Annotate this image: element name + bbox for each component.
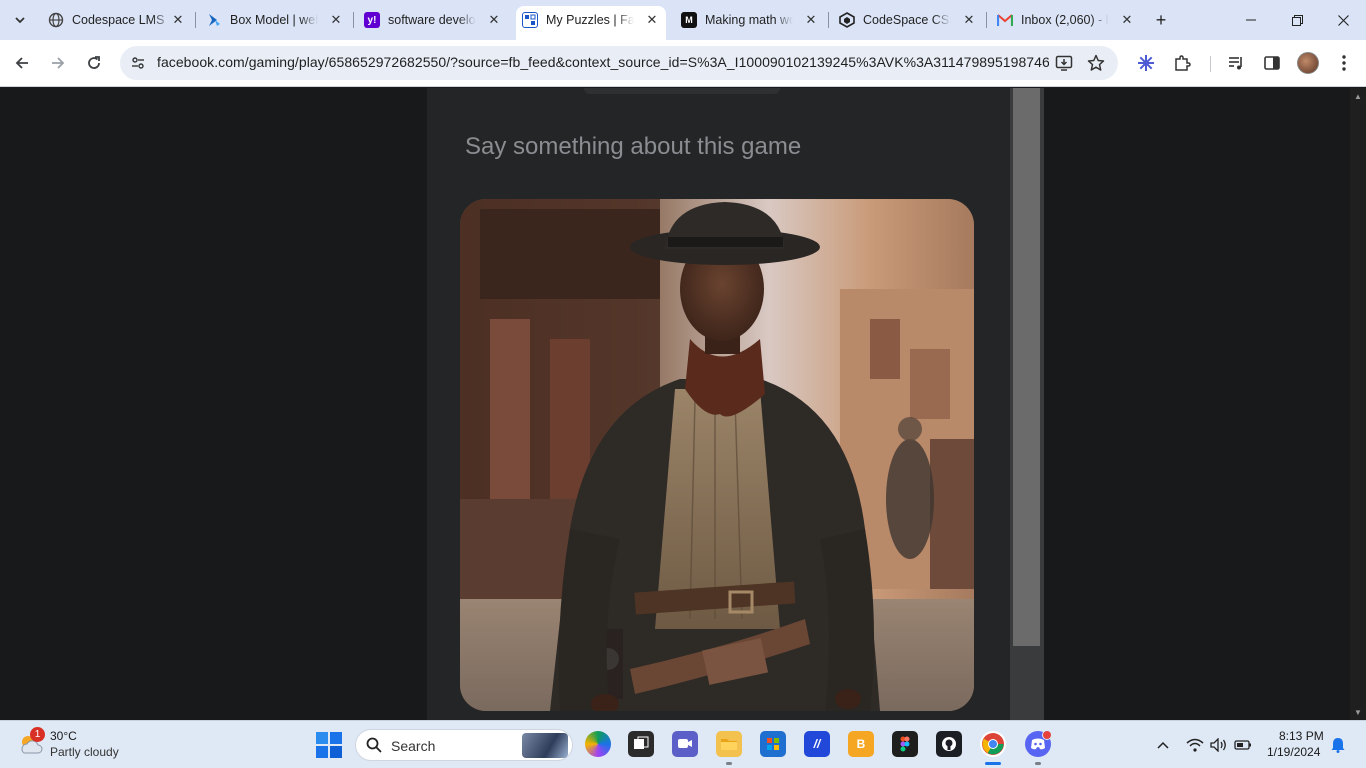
- tab-title: CodeSpace CSS: [863, 13, 951, 27]
- share-game-dialog: Say something about this game: [427, 88, 1010, 720]
- app-running-indicator: [726, 762, 732, 765]
- dialog-scrollbar-thumb[interactable]: [1013, 88, 1040, 646]
- arrow-logo-icon: [206, 12, 222, 28]
- tab-making-math-work[interactable]: M Making math work ✕: [681, 7, 819, 33]
- tab-box-model[interactable]: Box Model | web ✕: [206, 7, 344, 33]
- forward-icon[interactable]: [45, 50, 71, 76]
- microsoft-store-icon[interactable]: [760, 731, 786, 757]
- close-icon[interactable]: ✕: [328, 12, 344, 28]
- weather-description[interactable]: Partly cloudy: [50, 745, 119, 759]
- tab-codespace-css[interactable]: CodeSpace CSS ✕: [839, 7, 977, 33]
- page-background-left: [0, 88, 427, 720]
- search-icon: [366, 737, 382, 757]
- medium-icon: M: [681, 12, 697, 28]
- tab-divider: [986, 12, 987, 28]
- task-view-icon[interactable]: [628, 731, 654, 757]
- file-explorer-icon[interactable]: [716, 731, 742, 757]
- copilot-icon[interactable]: [585, 731, 611, 757]
- close-icon[interactable]: ✕: [486, 12, 502, 28]
- battery-icon[interactable]: [1233, 735, 1253, 755]
- page-background-right: [1044, 88, 1350, 720]
- new-tab-icon[interactable]: +: [1150, 9, 1172, 31]
- figma-icon[interactable]: [892, 731, 918, 757]
- minimize-icon[interactable]: [1228, 0, 1274, 40]
- extension-snowflake-icon[interactable]: [1135, 52, 1157, 74]
- tab-search-icon[interactable]: [8, 8, 32, 32]
- tab-divider: [828, 12, 829, 28]
- tab-title: My Puzzles | Facebook: [546, 13, 634, 27]
- close-icon[interactable]: ✕: [644, 12, 660, 28]
- tab-title: software development: [388, 13, 476, 27]
- bookmark-star-icon[interactable]: [1086, 53, 1106, 73]
- close-icon[interactable]: ✕: [803, 12, 819, 28]
- weather-notification-badge: 1: [30, 727, 45, 742]
- tab-software-development[interactable]: y! software development ✕: [364, 7, 502, 33]
- tab-strip: Codespace LMS ✕ Box Model | web ✕ y! sof…: [0, 0, 1366, 40]
- chrome-icon[interactable]: [980, 731, 1006, 757]
- media-controls-icon[interactable]: [1225, 52, 1247, 74]
- browser-toolbar: facebook.com/gaming/play/658652972682550…: [0, 40, 1366, 87]
- clock-time[interactable]: 8:13 PM: [1279, 729, 1324, 743]
- search-label: Search: [391, 738, 436, 754]
- kite-app-icon[interactable]: //: [804, 731, 830, 757]
- search-highlight-image: [522, 733, 568, 758]
- tab-title: Making math work: [705, 13, 793, 27]
- extensions-puzzle-icon[interactable]: [1171, 52, 1193, 74]
- wifi-icon[interactable]: [1185, 735, 1205, 755]
- tab-divider: [353, 12, 354, 28]
- tab-inbox[interactable]: Inbox (2,060) - lindo ✕: [997, 7, 1135, 33]
- close-icon[interactable]: ✕: [1119, 12, 1135, 28]
- url-text[interactable]: facebook.com/gaming/play/658652972682550…: [157, 54, 1049, 70]
- github-icon[interactable]: [936, 731, 962, 757]
- tab-divider: [195, 12, 196, 28]
- more-menu-icon[interactable]: [1333, 52, 1355, 74]
- discord-notification-dot: [1042, 730, 1052, 740]
- app-running-indicator: [1035, 762, 1041, 765]
- chevron-up-icon[interactable]: [1153, 735, 1173, 755]
- back-icon[interactable]: [9, 50, 35, 76]
- page-viewport: Say something about this game ▲ ▼: [0, 88, 1366, 720]
- game-preview-image: [460, 199, 974, 711]
- globe-icon: [48, 12, 64, 28]
- site-settings-icon[interactable]: [128, 53, 148, 73]
- windows-start-icon[interactable]: [316, 732, 342, 758]
- restore-icon[interactable]: [1274, 0, 1320, 40]
- side-panel-icon[interactable]: [1261, 52, 1283, 74]
- weather-temperature[interactable]: 30°C: [50, 729, 77, 743]
- yahoo-icon: y!: [364, 12, 380, 28]
- puzzle-icon: [522, 12, 538, 28]
- notification-bell-icon[interactable]: [1328, 735, 1348, 755]
- gmail-icon: [997, 12, 1013, 28]
- share-comment-input[interactable]: Say something about this game: [465, 133, 801, 161]
- tab-title: Inbox (2,060) - lindo: [1021, 13, 1109, 27]
- address-bar[interactable]: facebook.com/gaming/play/658652972682550…: [120, 46, 1118, 80]
- tab-title: Codespace LMS: [72, 13, 165, 27]
- close-icon[interactable]: ✕: [170, 12, 186, 28]
- codespace-icon: [839, 12, 855, 28]
- bitcoin-app-icon[interactable]: B: [848, 731, 874, 757]
- windows-taskbar: 1 30°C Partly cloudy Search // B 8:13 PM…: [0, 720, 1366, 768]
- volume-icon[interactable]: [1209, 735, 1229, 755]
- toolbar-divider: [1210, 56, 1211, 72]
- taskbar-search[interactable]: Search: [355, 729, 573, 761]
- profile-avatar[interactable]: [1297, 52, 1319, 74]
- clock-date[interactable]: 1/19/2024: [1267, 745, 1320, 759]
- tab-my-puzzles[interactable]: My Puzzles | Facebook ✕: [522, 7, 660, 33]
- install-app-icon[interactable]: [1054, 53, 1074, 73]
- page-scrollbar[interactable]: [1350, 88, 1366, 720]
- tab-title: Box Model | web: [230, 13, 318, 27]
- reload-icon[interactable]: [81, 50, 107, 76]
- app-active-indicator: [985, 762, 1001, 765]
- close-icon[interactable]: ✕: [961, 12, 977, 28]
- tab-codespace-lms[interactable]: Codespace LMS ✕: [48, 7, 186, 33]
- scroll-down-icon[interactable]: ▼: [1350, 704, 1366, 720]
- teams-chat-icon[interactable]: [672, 731, 698, 757]
- scroll-up-icon[interactable]: ▲: [1350, 88, 1366, 104]
- dialog-button-edge: [584, 88, 780, 94]
- close-window-icon[interactable]: [1320, 0, 1366, 40]
